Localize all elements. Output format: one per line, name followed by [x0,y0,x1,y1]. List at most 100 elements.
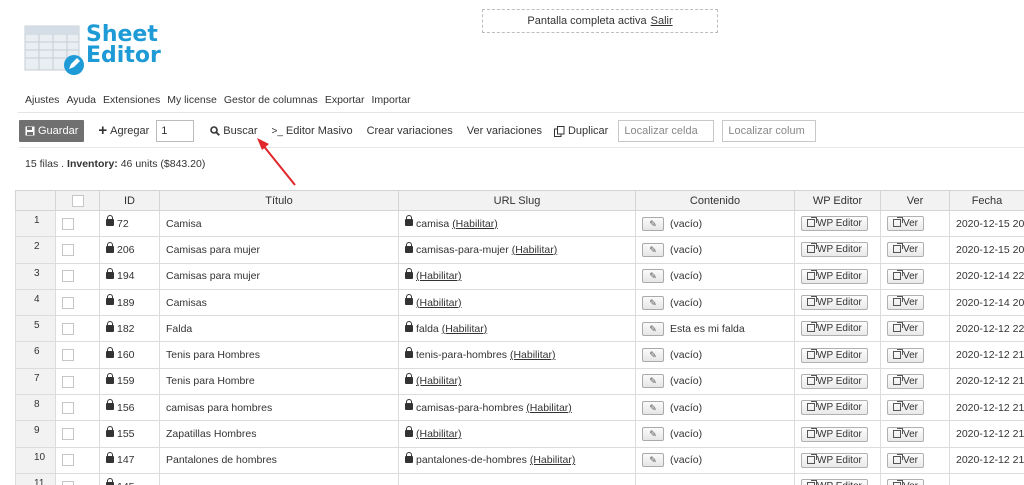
table-row[interactable]: 9 155 Zapatillas Hombres (Habilitar) ✎ (vacío… [15,420,1024,448]
title-cell[interactable] [159,472,399,485]
date-cell[interactable]: 2020-12-14 20:24 [949,288,1024,317]
slug-cell[interactable]: camisa (Habilitar) [398,209,636,238]
table-row[interactable]: 2 206 Camisas para mujer camisas-para-mujer… [15,236,1024,264]
enable-slug-link[interactable]: (Habilitar) [416,270,462,282]
menu-column-manager[interactable]: Gestor de columnas [224,94,318,106]
slug-cell[interactable]: (Habilitar) [398,288,636,317]
view-button[interactable]: Ver [887,216,925,232]
duplicate-button[interactable]: Duplicar [553,125,608,137]
menu-help[interactable]: Ayuda [66,94,96,106]
title-cell[interactable]: Camisas [159,288,399,317]
row-select-cell[interactable] [55,420,100,448]
table-row[interactable]: 1 72 Camisa camisa (Habilitar) ✎ (vacío) WP Ed… [15,209,1024,238]
slug-cell[interactable]: camisas-para-mujer (Habilitar) [398,236,636,264]
wp-editor-button[interactable]: WP Editor [801,321,868,337]
date-cell[interactable]: 2020-12-12 21:37 [949,341,1024,369]
title-cell[interactable]: Falda [159,315,399,343]
table-row[interactable]: 10 147 Pantalones de hombres pantalones-de-… [15,446,1024,474]
select-all-header[interactable] [55,190,100,211]
wp-editor-button[interactable]: WP Editor [801,400,868,416]
edit-content-button[interactable]: ✎ [642,321,664,336]
content-cell[interactable]: ✎ (vacío) [635,288,795,317]
table-row[interactable]: 8 156 camisas para hombres camisas-para-hom… [15,394,1024,422]
table-row[interactable]: 7 159 Tenis para Hombre (Habilitar) ✎ (vacío)… [15,367,1024,396]
date-cell[interactable]: 2020-12-12 22:58 [949,315,1024,343]
row-select-cell[interactable] [55,288,100,317]
date-cell[interactable]: 2020-12-14 22:42 [949,262,1024,290]
edit-content-button[interactable]: ✎ [642,374,664,389]
view-button[interactable]: Ver [887,479,925,485]
menu-license[interactable]: My license [167,94,217,106]
save-button[interactable]: Guardar [19,120,85,142]
create-variations-button[interactable]: Crear variaciones [367,125,453,137]
title-cell[interactable]: Tenis para Hombre [159,367,399,396]
row-select-cell[interactable] [55,394,100,422]
column-header-date[interactable]: Fecha [949,190,1024,211]
edit-content-button[interactable]: ✎ [642,216,664,231]
content-cell[interactable]: ✎ Esta es mi falda [635,315,795,343]
slug-cell[interactable]: camisas-para-hombres (Habilitar) [398,394,636,422]
enable-slug-link[interactable]: (Habilitar) [416,297,462,309]
view-button[interactable]: Ver [887,347,925,363]
menu-export[interactable]: Exportar [325,94,365,106]
enable-slug-link[interactable]: (Habilitar) [512,244,558,256]
column-header-wp-editor[interactable]: WP Editor [794,190,881,211]
row-checkbox[interactable] [62,244,74,257]
exit-fullscreen-link[interactable]: Salir [651,15,673,27]
title-cell[interactable]: Camisas para mujer [159,262,399,290]
column-header-content[interactable]: Contenido [635,190,795,211]
edit-content-button[interactable]: ✎ [642,242,664,257]
column-header-view[interactable]: Ver [880,190,950,211]
date-cell[interactable]: 2020-12-12 21:32 [949,420,1024,448]
view-button[interactable]: Ver [887,400,925,416]
menu-import[interactable]: Importar [372,94,411,106]
table-row[interactable]: 3 194 Camisas para mujer (Habilitar) ✎ (vacío… [15,262,1024,290]
wp-editor-button[interactable]: WP Editor [801,268,868,284]
content-cell[interactable]: ✎ (vacío) [635,367,795,396]
slug-cell[interactable]: (Habilitar) [398,420,636,448]
edit-content-button[interactable]: ✎ [642,427,664,442]
title-cell[interactable]: camisas para hombres [159,394,399,422]
content-cell[interactable]: ✎ (vacío) [635,341,795,369]
slug-cell[interactable]: falda (Habilitar) [398,315,636,343]
table-row[interactable]: 6 160 Tenis para Hombres tenis-para-hombres… [15,341,1024,369]
date-cell[interactable]: 2020-12-12 21:34 [949,394,1024,422]
edit-content-button[interactable]: ✎ [642,400,664,415]
row-select-cell[interactable] [55,315,100,343]
find-cell-input[interactable] [618,120,715,142]
slug-cell[interactable]: (Habilitar) [398,367,636,396]
content-cell[interactable] [635,472,795,485]
row-checkbox[interactable] [62,349,74,362]
title-cell[interactable]: Zapatillas Hombres [159,420,399,448]
find-column-input[interactable] [722,120,817,142]
table-row[interactable]: 5 182 Falda falda (Habilitar) ✎ Esta es mi fa… [15,315,1024,343]
row-checkbox[interactable] [62,322,74,335]
view-button[interactable]: Ver [887,452,925,468]
enable-slug-link[interactable]: (Habilitar) [416,375,462,387]
row-select-cell[interactable] [55,341,100,369]
row-checkbox[interactable] [62,270,74,283]
content-cell[interactable]: ✎ (vacío) [635,446,795,474]
title-cell[interactable]: Camisas para mujer [159,236,399,264]
wp-editor-button[interactable]: WP Editor [801,452,868,468]
bulk-editor-button[interactable]: >_ Editor Masivo [272,125,353,137]
row-checkbox[interactable] [62,428,74,441]
row-select-cell[interactable] [55,262,100,290]
enable-slug-link[interactable]: (Habilitar) [526,402,572,414]
view-button[interactable]: Ver [887,321,925,337]
content-cell[interactable]: ✎ (vacío) [635,420,795,448]
slug-cell[interactable]: (Habilitar) [398,262,636,290]
row-checkbox[interactable] [62,401,74,414]
row-checkbox[interactable] [62,480,74,485]
view-button[interactable]: Ver [887,426,925,442]
title-cell[interactable]: Tenis para Hombres [159,341,399,369]
row-select-cell[interactable] [55,446,100,474]
row-checkbox[interactable] [62,296,74,309]
title-cell[interactable]: Pantalones de hombres [159,446,399,474]
slug-cell[interactable] [398,472,636,485]
title-cell[interactable]: Camisa [159,209,399,238]
row-select-cell[interactable] [55,209,100,238]
edit-content-button[interactable]: ✎ [642,295,664,310]
menu-settings[interactable]: Ajustes [25,94,59,106]
content-cell[interactable]: ✎ (vacío) [635,209,795,238]
